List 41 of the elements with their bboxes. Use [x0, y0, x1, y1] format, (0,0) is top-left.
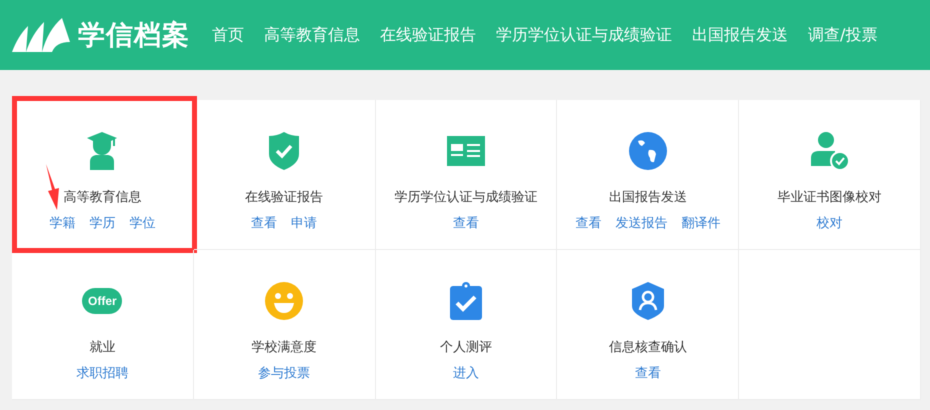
tile-title: 毕业证书图像校对: [778, 189, 882, 206]
person-check-icon: [810, 132, 849, 170]
tile-link[interactable]: 学位: [129, 214, 156, 232]
tile-link[interactable]: 申请: [291, 214, 318, 232]
graduate-icon: [87, 132, 118, 170]
tile-link[interactable]: 参与投票: [258, 364, 310, 382]
tile-link[interactable]: 进入: [452, 364, 479, 382]
nav-link[interactable]: 高等教育信息: [264, 24, 360, 46]
tile-link[interactable]: 学历: [89, 214, 116, 232]
logo-text: 学信档案: [78, 19, 190, 53]
tile-title: 学历学位认证与成绩验证: [394, 189, 538, 206]
tile-link[interactable]: 发送报告: [615, 214, 668, 232]
globe-icon: [628, 132, 667, 170]
clipboard-icon: [450, 282, 482, 320]
logo-icon: [12, 18, 70, 52]
smiley-icon: [265, 282, 304, 320]
id-card-icon: [446, 136, 485, 166]
tile-link[interactable]: 校对: [816, 214, 843, 232]
shield-person-icon: [632, 282, 664, 320]
nav-link[interactable]: 调查/投票: [808, 24, 878, 46]
tile-link[interactable]: 学籍: [49, 214, 76, 232]
tile-link[interactable]: 查看: [634, 364, 661, 382]
tile-link[interactable]: 查看: [575, 214, 602, 232]
pointer-arrow: [46, 164, 60, 210]
nav-link[interactable]: 学历学位认证与成绩验证: [496, 24, 672, 46]
tile-title: 个人测评: [440, 339, 492, 356]
offer-badge: Offer: [82, 288, 122, 314]
shield-check-icon: [269, 132, 300, 170]
tile-link[interactable]: 翻译件: [681, 214, 720, 232]
nav-link[interactable]: 出国报告发送: [692, 24, 788, 46]
nav-link[interactable]: 首页: [212, 24, 244, 46]
tile-title: 学校满意度: [252, 339, 317, 356]
tile-link[interactable]: 查看: [452, 214, 479, 232]
tile-link[interactable]: 查看: [251, 214, 278, 232]
tile-title: 在线验证报告: [245, 189, 324, 206]
tile-title: 高等教育信息: [63, 188, 142, 206]
tile-link[interactable]: 求职招聘: [76, 364, 128, 382]
tile-title: 信息核查确认: [608, 339, 687, 356]
nav-link[interactable]: 在线验证报告: [380, 24, 476, 46]
tile-title: 出国报告发送: [608, 189, 687, 206]
tile-title: 就业: [89, 339, 116, 356]
